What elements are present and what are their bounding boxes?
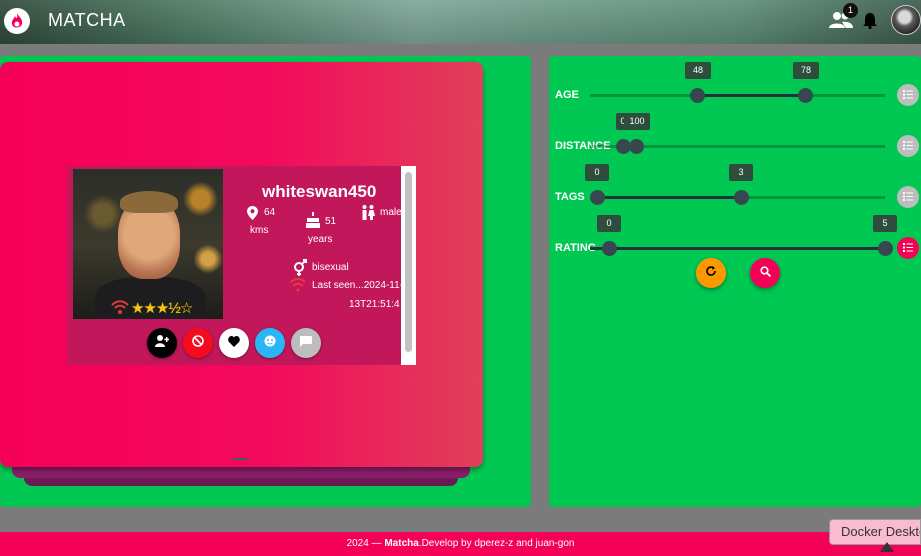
face-icon [264,334,276,352]
tags-max-thumb[interactable] [734,190,749,205]
last-seen-text: Last seen...2024-11- [312,280,401,291]
app-title[interactable]: MATCHA [48,10,126,31]
notification-badge: 1 [843,3,858,18]
age-min-thumb[interactable] [690,88,705,103]
cursor-icon [880,542,894,552]
online-status-icon [111,299,129,320]
tags-filter-label: TAGS [555,191,585,203]
footer-brand: Matcha [384,538,419,549]
filters-panel [549,56,921,507]
top-app-bar [0,0,921,44]
heart-icon [228,334,240,352]
flame-logo-icon[interactable] [4,8,30,34]
block-icon [192,334,204,352]
sort-list-icon [903,137,913,155]
header-gap [0,44,921,56]
scrollbar-thumb[interactable] [405,172,412,352]
block-button[interactable] [183,328,213,358]
footer: 2024 — Matcha.Develop by dperez-z and ju… [0,532,921,556]
age-slider-range [697,94,805,97]
footer-year: 2024 — [346,538,385,549]
tags-max-tooltip: 3 [729,164,753,181]
search-button[interactable] [750,258,780,288]
rating-min-tooltip: 0 [597,215,621,232]
distance-unit: kms [250,225,269,236]
age-value: 51 [325,216,337,227]
distance-max-tooltip: 100 [624,113,650,130]
footer-credit: .Develop by dperez-z and juan-gon [418,538,575,549]
orientation-text: bisexual [312,262,349,273]
tags-slider-range [597,196,741,199]
rating-stars: ★★★½☆ [131,300,193,317]
sort-distance-button[interactable] [897,135,919,157]
sort-rating-button[interactable] [897,237,919,259]
user-avatar[interactable] [891,5,921,35]
rating-max-thumb[interactable] [878,241,893,256]
search-icon [759,264,771,282]
profile-photo[interactable] [73,169,223,319]
rating-min-thumb[interactable] [602,241,617,256]
sort-age-button[interactable] [897,84,919,106]
like-button[interactable] [219,328,249,358]
age-max-thumb[interactable] [798,88,813,103]
photo-hair [120,191,178,213]
tags-min-thumb[interactable] [590,190,605,205]
bell-icon[interactable] [863,12,877,34]
docker-desktop-tooltip[interactable]: Docker Desktop [829,519,921,545]
distance-max-thumb[interactable] [629,139,644,154]
last-seen-icon [290,278,306,297]
sort-list-icon [903,239,913,257]
drag-handle[interactable] [233,458,249,460]
add-friend-button[interactable] [147,328,177,358]
location-pin-icon [247,206,258,225]
cake-icon [306,212,320,233]
age-min-tooltip: 48 [685,62,711,79]
profile-username: whiteswan450 [262,182,377,201]
person-add-icon [155,334,170,352]
chat-button[interactable] [291,328,321,358]
sort-tags-button[interactable] [897,186,919,208]
rating-slider-track[interactable] [590,247,885,250]
gender-icon [361,205,375,225]
distance-value: 64 [264,207,276,218]
reset-filters-button[interactable] [696,258,726,288]
age-max-tooltip: 78 [793,62,819,79]
visit-button[interactable] [255,328,285,358]
refresh-icon [705,264,717,282]
age-filter-label: AGE [555,89,579,101]
age-unit: years [308,234,333,245]
sort-list-icon [903,188,913,206]
chat-icon [300,334,312,352]
rating-max-tooltip: 5 [873,215,897,232]
last-seen-time: 13T21:51:4 [349,299,400,310]
gender-text: male [380,207,401,218]
sort-list-icon [903,86,913,104]
tags-min-tooltip: 0 [585,164,609,181]
